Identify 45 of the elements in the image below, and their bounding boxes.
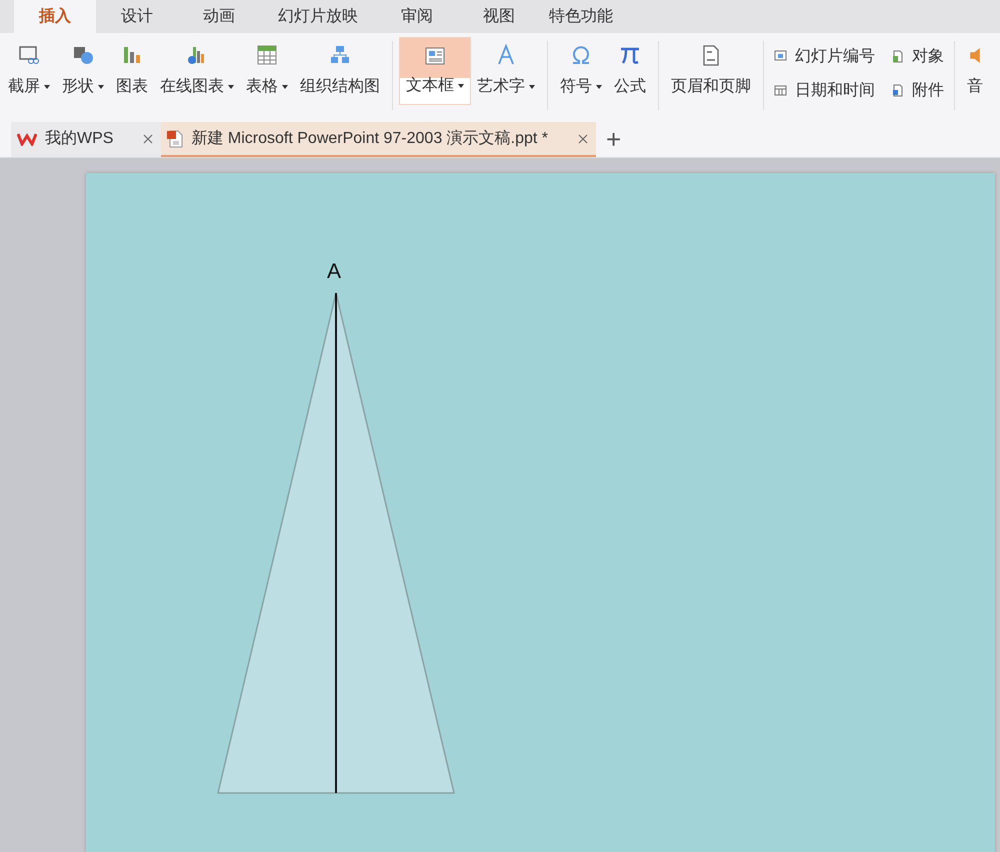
toolbar-button[interactable]: 艺术字 (471, 37, 541, 105)
ribbon-tab[interactable]: 设计 (96, 0, 178, 33)
ribbon-tab[interactable]: 插入 (14, 0, 96, 33)
ribbon-tab[interactable]: 特色功能 (540, 0, 622, 33)
toolbar-button[interactable]: 页眉和页脚 (665, 37, 757, 105)
new-tab-button[interactable]: + (596, 122, 632, 157)
bar-chart-icon (121, 44, 143, 66)
toolbar-button[interactable]: 截屏 (2, 37, 56, 105)
wps-logo-icon (17, 132, 37, 146)
toolbar-button[interactable]: 附件 (887, 74, 948, 108)
toolbar-button[interactable]: 在线图表 (154, 37, 240, 105)
calendar-icon (774, 84, 787, 98)
ribbon-tab[interactable]: 幻灯片放映 (260, 0, 376, 33)
document-tab[interactable]: 新建 Microsoft PowerPoint 97-2003 演示文稿.ppt * (161, 122, 596, 157)
ribbon-tab[interactable]: 动画 (178, 0, 260, 33)
toolbar-button[interactable]: 形状 (56, 37, 110, 105)
speaker-icon (970, 48, 980, 62)
shapes-icon (72, 44, 94, 66)
object-icon (891, 50, 904, 63)
attachment-icon (891, 84, 904, 98)
text-box-icon (424, 45, 446, 67)
document-tab[interactable]: 我的WPS (11, 122, 162, 157)
slide-number-icon (774, 50, 787, 63)
toolbar-button[interactable]: 表格 (240, 37, 294, 105)
vertex-label: A (327, 260, 341, 283)
table-icon (256, 44, 278, 66)
toolbar-button[interactable]: 幻灯片编号 (770, 39, 879, 74)
toolbar-button[interactable]: 文本框 (399, 37, 471, 105)
toolbar-button[interactable]: 日期和时间 (770, 74, 879, 108)
close-icon[interactable] (143, 134, 154, 144)
toolbar-button[interactable]: 音 (961, 37, 989, 105)
omega-icon (570, 44, 592, 66)
toolbar-button[interactable]: 符号 (554, 37, 608, 105)
tab-title: 我的WPS (45, 128, 114, 149)
org-chart-icon (329, 44, 351, 66)
ribbon-tab[interactable]: 审阅 (376, 0, 458, 33)
close-icon[interactable] (578, 134, 588, 144)
screenshot-icon (18, 44, 40, 66)
toolbar-button[interactable]: 组织结构图 (294, 37, 386, 105)
toolbar-button[interactable]: 图表 (110, 37, 154, 105)
presentation-file-icon (167, 130, 184, 148)
tab-title: 新建 Microsoft PowerPoint 97-2003 演示文稿.ppt * (191, 128, 548, 149)
toolbar-button[interactable]: 对象 (887, 39, 948, 74)
toolbar-button[interactable]: 公式 (608, 37, 652, 105)
ribbon-tab[interactable]: 视图 (458, 0, 540, 33)
